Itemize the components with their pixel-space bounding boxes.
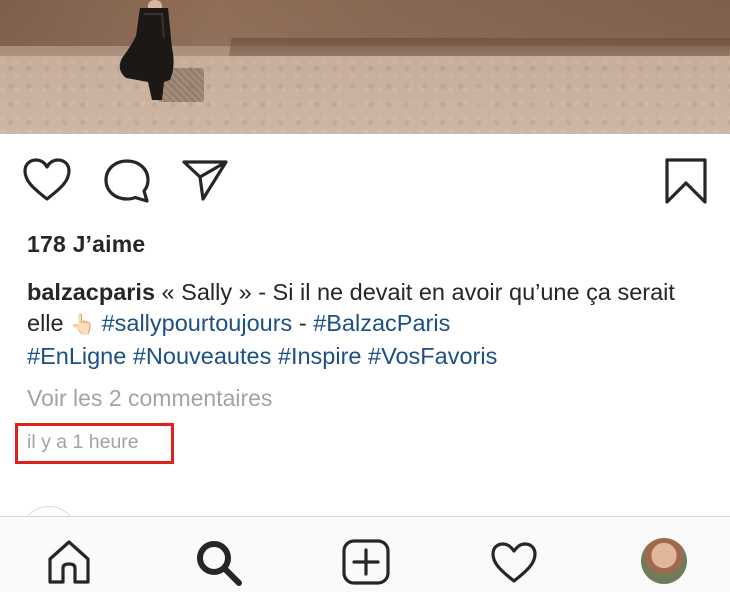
hashtag-link[interactable]: #EnLigne bbox=[27, 343, 126, 369]
hashtag-link[interactable]: #Inspire bbox=[278, 343, 362, 369]
hashtag-link[interactable]: #Nouveautes bbox=[133, 343, 272, 369]
post-caption: balzacparis « Sally » - Si il ne devait … bbox=[27, 277, 717, 372]
hashtag-link[interactable]: #VosFavoris bbox=[368, 343, 497, 369]
photo-ankle-boot bbox=[119, 8, 174, 100]
bottom-tab-bar bbox=[0, 516, 730, 592]
comment-bubble-icon[interactable] bbox=[103, 158, 151, 204]
post-timestamp: il y a 1 heure bbox=[27, 431, 139, 453]
heart-icon[interactable] bbox=[23, 158, 71, 202]
caption-username[interactable]: balzacparis bbox=[27, 279, 155, 305]
search-icon[interactable] bbox=[195, 539, 243, 592]
post-action-bar bbox=[0, 150, 730, 214]
paper-plane-icon[interactable] bbox=[181, 158, 229, 202]
hashtag-link[interactable]: #BalzacParis bbox=[313, 310, 450, 336]
photo-pavement bbox=[0, 56, 730, 134]
caption-separator: - bbox=[292, 310, 314, 336]
home-icon[interactable] bbox=[46, 539, 92, 590]
bookmark-icon[interactable] bbox=[664, 157, 708, 205]
new-post-icon[interactable] bbox=[342, 539, 390, 590]
pointing-up-emoji: 👆🏻 bbox=[70, 314, 96, 336]
activity-heart-icon[interactable] bbox=[490, 541, 538, 590]
view-comments-link[interactable]: Voir les 2 commentaires bbox=[27, 385, 272, 412]
post-photo[interactable] bbox=[0, 0, 730, 134]
profile-avatar[interactable] bbox=[641, 538, 687, 584]
likes-count[interactable]: 178 J’aime bbox=[27, 231, 145, 258]
hashtag-link[interactable]: #sallypourtoujours bbox=[102, 310, 293, 336]
